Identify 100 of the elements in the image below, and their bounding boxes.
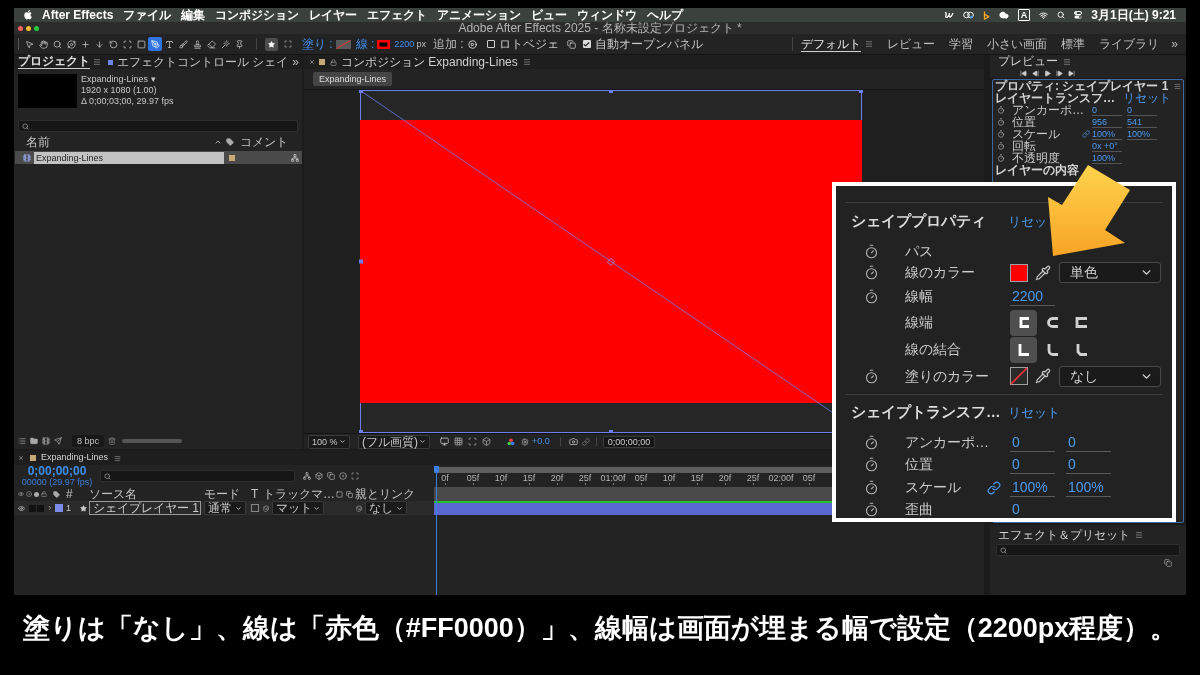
color-mode-dropdown[interactable]: なし <box>1059 365 1161 387</box>
workspace-tab[interactable]: デフォルト <box>801 36 862 52</box>
timecode-field[interactable]: 0;00;00;00 <box>602 435 656 448</box>
workspace-tab[interactable]: ライブラリ <box>1099 37 1160 51</box>
menu-icon[interactable] <box>522 58 531 66</box>
tool-button[interactable] <box>106 37 120 51</box>
stopwatch-icon[interactable] <box>997 142 1005 150</box>
value-field[interactable]: 0 <box>1066 432 1111 452</box>
more-workspaces[interactable]: » <box>1171 37 1178 51</box>
label-swatch-icon[interactable] <box>229 154 235 161</box>
search-field[interactable] <box>100 470 295 482</box>
wifi-icon[interactable] <box>1039 10 1049 20</box>
bit-depth-button[interactable]: 8 bpc <box>72 435 105 447</box>
menu-item[interactable]: コンポジション <box>215 8 300 22</box>
menu-icon[interactable] <box>114 454 122 462</box>
color-swatch[interactable] <box>1010 367 1028 385</box>
workspace-tab[interactable]: 学習 <box>949 37 974 51</box>
tool-button[interactable] <box>64 37 78 51</box>
value-field[interactable]: 2200 <box>1010 287 1055 306</box>
more-tabs[interactable]: » <box>292 55 299 69</box>
tool-button[interactable] <box>176 37 190 51</box>
eyedropper-icon[interactable] <box>1035 368 1051 384</box>
value-field[interactable]: 956 <box>1092 116 1122 128</box>
column-header[interactable]: T <box>251 487 259 501</box>
stopwatch-icon[interactable] <box>864 434 879 450</box>
stopwatch-icon[interactable] <box>997 154 1005 162</box>
miter-join-button[interactable] <box>1010 336 1037 363</box>
link-icon[interactable] <box>987 480 1001 495</box>
menu-item[interactable]: ファイル <box>123 8 172 22</box>
link-icon[interactable] <box>1082 130 1090 138</box>
menu-item[interactable]: エフェクト <box>367 8 428 22</box>
workspace-tab[interactable]: 標準 <box>1061 37 1086 51</box>
exposure-value[interactable]: +0.0 <box>532 434 550 449</box>
butt-cap-button[interactable] <box>1010 309 1037 336</box>
value-field[interactable]: 0x +0° <box>1092 140 1122 152</box>
checkbox[interactable] <box>582 40 591 48</box>
panel-tab[interactable]: エフェクトコントロール シェイ <box>117 55 289 69</box>
tool-button[interactable] <box>120 37 134 51</box>
reset-link[interactable]: リセット <box>1123 92 1171 104</box>
value-field[interactable]: 100% <box>1092 128 1122 140</box>
stopwatch-icon[interactable] <box>864 243 879 259</box>
transform-handle[interactable] <box>359 259 363 264</box>
input-mode-indicator[interactable]: A <box>1017 9 1031 21</box>
play-circle-icon[interactable] <box>467 39 477 49</box>
stacked-squares-icon[interactable] <box>327 472 335 480</box>
flowchart-icon[interactable] <box>291 153 299 162</box>
layer-name-field[interactable]: シェイプレイヤー 1 <box>89 501 201 515</box>
tool-button[interactable] <box>148 37 162 51</box>
stopwatch-icon[interactable] <box>864 501 879 517</box>
close-icon[interactable] <box>18 455 24 461</box>
eyedropper-icon[interactable] <box>1035 264 1051 281</box>
reset-link[interactable]: リセッ <box>1008 212 1047 232</box>
stopwatch-icon[interactable] <box>864 457 879 472</box>
stacked-squares-icon[interactable] <box>1164 559 1172 567</box>
linked-circles-icon[interactable] <box>962 11 974 19</box>
tool-button[interactable] <box>134 37 148 51</box>
panel-tab[interactable]: プロジェクト <box>18 55 90 69</box>
stopwatch-icon[interactable] <box>997 118 1005 126</box>
color-channels-icon[interactable] <box>507 437 515 446</box>
skip-forward-icon[interactable] <box>1068 69 1075 77</box>
stacked-squares-icon[interactable] <box>566 39 576 49</box>
cube-icon[interactable] <box>482 437 491 446</box>
circle-dot-icon[interactable] <box>339 472 347 480</box>
value-field[interactable]: 100% <box>1010 478 1055 497</box>
menu-icon[interactable] <box>93 58 101 66</box>
parent-dropdown[interactable]: なし <box>365 501 407 515</box>
scrollbar[interactable] <box>122 439 183 443</box>
blend-mode-dropdown[interactable]: 通常 <box>204 501 246 515</box>
column-header[interactable]: 名前 <box>26 135 50 149</box>
menu-icon[interactable] <box>1174 82 1181 90</box>
project-item[interactable]: Expanding-Lines <box>15 151 302 164</box>
search-icon[interactable] <box>1057 11 1066 19</box>
spiral-icon[interactable] <box>356 504 363 512</box>
skip-back-icon[interactable] <box>1020 69 1027 77</box>
menu-icon[interactable] <box>1135 531 1143 539</box>
playhead[interactable] <box>434 466 439 595</box>
list-icon[interactable] <box>18 437 26 445</box>
checkbox[interactable] <box>251 504 259 512</box>
corners-icon[interactable] <box>351 472 359 480</box>
cloud-icon[interactable] <box>998 10 1009 20</box>
folder-icon[interactable] <box>30 437 38 445</box>
stroke-width-value[interactable]: 2200 <box>394 37 415 51</box>
comp-breadcrumb[interactable]: Expanding-Lines <box>313 72 393 86</box>
value-field[interactable]: 0 <box>1092 104 1122 116</box>
stopwatch-icon[interactable] <box>997 106 1005 114</box>
column-header[interactable]: # <box>66 487 73 501</box>
caret-up-icon[interactable] <box>214 138 222 146</box>
stopwatch-icon[interactable] <box>864 368 879 384</box>
grid-icon[interactable] <box>454 437 463 446</box>
window-minimize-button[interactable] <box>26 25 31 31</box>
workspace-tab[interactable]: 小さい画面 <box>987 37 1048 51</box>
column-header[interactable]: ソース名 <box>89 487 137 501</box>
eye-icon[interactable] <box>18 504 25 512</box>
workspace-tab[interactable]: レビュー <box>887 37 936 51</box>
menu-item[interactable]: レイヤー <box>309 8 358 22</box>
comp-name[interactable]: Expanding-Lines ▾ <box>81 74 174 85</box>
chevron-icon[interactable] <box>47 505 53 511</box>
fill-swatch-icon[interactable] <box>335 39 351 49</box>
corners-icon[interactable] <box>468 437 477 446</box>
value-field[interactable]: 100% <box>1127 128 1157 140</box>
